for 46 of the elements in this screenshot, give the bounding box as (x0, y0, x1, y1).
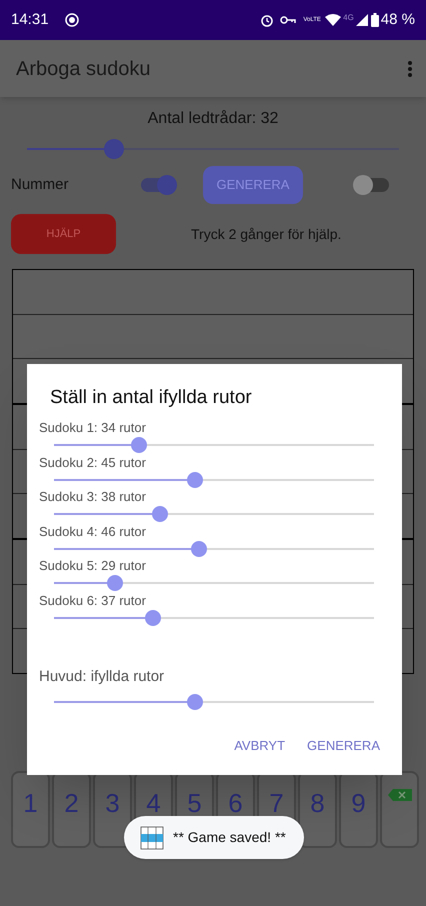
slider-thumb[interactable] (186, 694, 203, 710)
key-icon (280, 15, 296, 25)
overflow-menu-icon[interactable] (408, 60, 412, 76)
slider[interactable] (54, 574, 374, 592)
backspace-icon (388, 789, 412, 801)
slider-label: Sudoku 5: 29 rutor (38, 558, 147, 574)
slider-thumb[interactable] (131, 437, 148, 453)
slider[interactable] (54, 505, 374, 524)
signal-icon (356, 14, 368, 26)
slider-label: Sudoku 6: 37 rutor (38, 592, 147, 609)
alarm-icon (260, 13, 274, 27)
slider-thumb[interactable] (104, 139, 124, 159)
record-icon (64, 13, 79, 27)
slider-label: Sudoku 2: 45 rutor (38, 454, 147, 471)
help-button[interactable]: HJÄLP (11, 214, 116, 254)
toggle-switch[interactable] (141, 178, 175, 192)
app-title: Arboga sudoku (16, 56, 151, 82)
slider[interactable] (54, 470, 374, 489)
slider-label: Huvud: ifyllda rutor (38, 668, 166, 686)
battery-percent: 48 % (380, 10, 415, 30)
dialog-button[interactable]: GENERERA (307, 736, 380, 756)
slider-thumb[interactable] (106, 575, 123, 592)
slider-label: Sudoku 4: 46 rutor (38, 524, 147, 540)
slider-thumb[interactable] (190, 540, 207, 557)
status-time: 14:31 (11, 10, 49, 30)
help-hint: Tryck 2 gånger för hjälp. (191, 224, 342, 244)
app-icon (140, 826, 164, 850)
delete-key[interactable] (380, 771, 419, 848)
toggle-switch[interactable] (355, 178, 389, 192)
slider-thumb[interactable] (186, 472, 203, 488)
slider[interactable] (54, 693, 374, 711)
numbers-label: Nummer (11, 174, 70, 195)
slider-label: Sudoku 3: 38 rutor (38, 489, 147, 506)
slider[interactable] (54, 608, 374, 627)
slider[interactable] (27, 139, 399, 159)
wifi-icon (325, 14, 342, 26)
dialog-title: Ställ in antal ifyllda rutor (50, 386, 252, 410)
network-type: 4G (343, 12, 354, 24)
slider-label: Sudoku 1: 34 rutor (38, 420, 147, 436)
slider[interactable] (54, 540, 374, 558)
clue-count-label: Antal ledtrådar: 32 (148, 109, 278, 129)
slider-thumb[interactable] (145, 610, 162, 626)
slider-thumb[interactable] (152, 506, 168, 522)
dialog-button[interactable]: AVBRYT (234, 736, 286, 756)
battery-icon (370, 13, 379, 27)
slider[interactable] (54, 436, 374, 454)
